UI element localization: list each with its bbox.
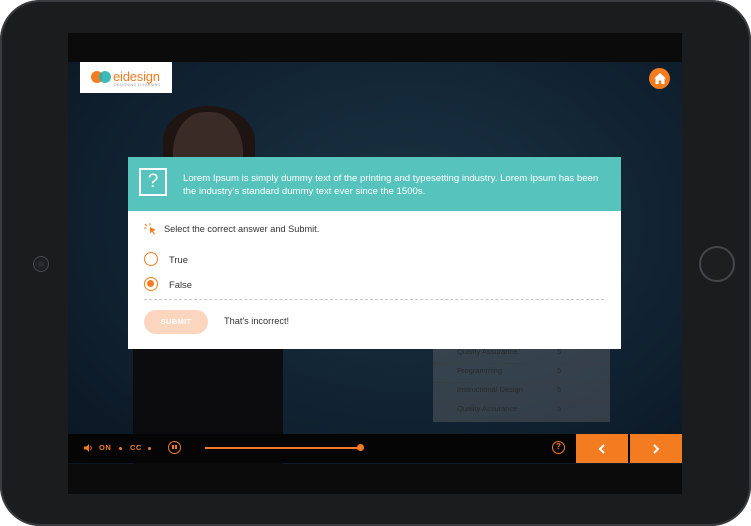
radio-false[interactable] (144, 277, 158, 291)
pointer-icon (144, 223, 156, 235)
question-text: Lorem Ipsum is simply dummy text of the … (183, 173, 599, 197)
progress-fill (205, 447, 361, 449)
submit-button[interactable]: SUBMIT (144, 310, 208, 334)
table-row: Instructional Design 5 (433, 382, 610, 402)
question-dialog: ? Lorem Ipsum is simply dummy text of th… (128, 157, 621, 349)
feedback-text: That's incorrect! (224, 316, 290, 326)
closed-captions-toggle[interactable]: CC (130, 443, 142, 452)
audio-toggle[interactable]: ON (99, 443, 111, 452)
tablet-camera (33, 256, 49, 272)
chevron-left-icon (598, 443, 605, 454)
player-control-bar: ON CC ? (68, 434, 682, 463)
home-icon (653, 73, 666, 84)
question-mark-icon: ? (139, 168, 167, 196)
audio-icon[interactable] (84, 443, 94, 453)
tablet-home-button[interactable] (699, 246, 735, 282)
table-row: Quality Assurance 5 (433, 401, 610, 421)
pause-icon[interactable] (168, 441, 181, 454)
home-button[interactable] (649, 68, 670, 89)
chevron-right-icon (653, 443, 660, 454)
question-header: ? Lorem Ipsum is simply dummy text of th… (128, 157, 621, 211)
next-button[interactable] (630, 434, 682, 463)
table-row: Programming 5 (433, 363, 610, 383)
radio-true[interactable] (144, 252, 158, 266)
eidesign-logo: eidesign DESIGNING ELEARNING (80, 62, 172, 93)
instruction: Select the correct answer and Submit. (144, 223, 319, 235)
option-label: False (169, 278, 192, 290)
instruction-text: Select the correct answer and Submit. (164, 224, 320, 234)
tablet-frame: Quality Assurance 5 Programming 5 Instru… (0, 0, 751, 526)
divider (144, 299, 604, 300)
option-true[interactable]: True (144, 250, 188, 268)
help-icon[interactable]: ? (552, 441, 565, 454)
option-false[interactable]: False (144, 275, 192, 293)
progress-bar[interactable] (205, 444, 365, 451)
previous-button[interactable] (576, 434, 628, 463)
course-screen: Quality Assurance 5 Programming 5 Instru… (68, 33, 682, 494)
progress-handle[interactable] (357, 444, 365, 451)
option-label: True (169, 253, 188, 265)
